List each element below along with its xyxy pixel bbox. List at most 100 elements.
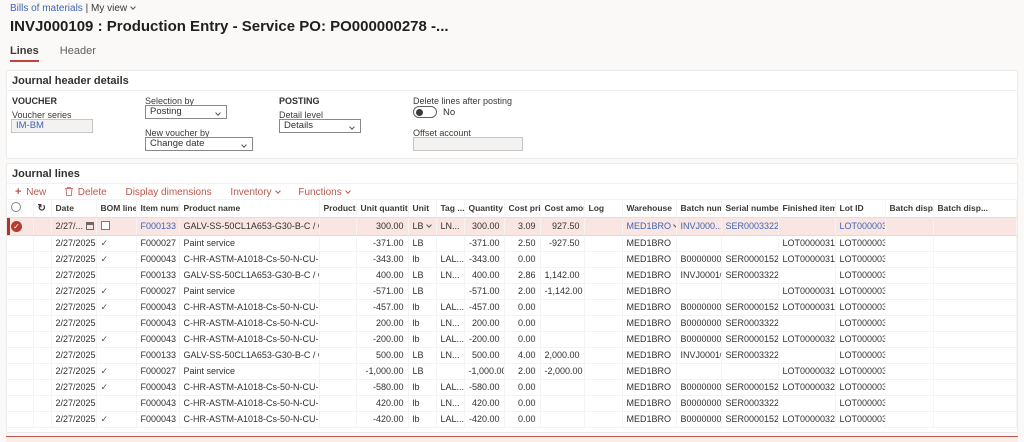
cell-date[interactable]: 2/27/2025: [51, 283, 96, 299]
cell-batch[interactable]: B000000026: [676, 331, 721, 347]
functions-menu-button[interactable]: Functions: [298, 187, 349, 198]
cell-ptype[interactable]: [319, 363, 356, 379]
cell-tag[interactable]: [436, 283, 464, 299]
cell-ref[interactable]: [33, 283, 51, 299]
cell-unit_qty[interactable]: 200.00: [356, 315, 408, 331]
cell-serial[interactable]: [721, 283, 778, 299]
cell-bom[interactable]: ✓: [96, 363, 136, 379]
col-header-lot_id[interactable]: Lot ID: [835, 200, 885, 217]
breadcrumb-link[interactable]: Bills of materials: [10, 3, 83, 14]
cell-cost_amount[interactable]: -1,142.00: [540, 283, 584, 299]
table-row[interactable]: 2/27/2025✓F000043C-HR-ASTM-A1018-Cs-50-N…: [7, 411, 1017, 427]
cell-finished_lot[interactable]: LOT000003207: [778, 411, 835, 427]
cell-ref[interactable]: [33, 235, 51, 251]
cell-batch[interactable]: B000000026: [676, 411, 721, 427]
cell-tag[interactable]: LAL...: [436, 379, 464, 395]
select-all-circle-icon[interactable]: [11, 202, 21, 212]
cell-unit_qty[interactable]: -1,000.00: [356, 363, 408, 379]
cell-ptype[interactable]: [319, 379, 356, 395]
cell-bd1[interactable]: [885, 235, 933, 251]
cell-qty[interactable]: -343.00: [464, 251, 504, 267]
cell-unit_qty[interactable]: 420.00: [356, 395, 408, 411]
cell-batch[interactable]: INVJ000108: [676, 267, 721, 283]
cell-finished_lot[interactable]: LOT000003204: [778, 363, 835, 379]
cell-cost_price[interactable]: 0.00: [504, 379, 540, 395]
cell-warehouse[interactable]: MED1BRO: [622, 283, 676, 299]
cell-bom[interactable]: [96, 347, 136, 363]
new-voucher-by-select[interactable]: Change date: [145, 137, 253, 151]
cell-cost_amount[interactable]: [540, 315, 584, 331]
section-title[interactable]: Journal lines: [7, 164, 1017, 184]
cell-tag[interactable]: LN...: [436, 395, 464, 411]
cell-warehouse[interactable]: MED1BRO: [622, 217, 676, 235]
cell-bom[interactable]: ✓: [96, 283, 136, 299]
cell-cost_amount[interactable]: [540, 331, 584, 347]
cell-tag[interactable]: LN...: [436, 347, 464, 363]
cell-unit_qty[interactable]: -371.00: [356, 235, 408, 251]
cell-cost_amount[interactable]: [540, 379, 584, 395]
cell-bd1[interactable]: [885, 251, 933, 267]
cell-batch[interactable]: INVJ000108: [676, 347, 721, 363]
cell-ref[interactable]: [33, 379, 51, 395]
cell-bd2[interactable]: [933, 315, 1017, 331]
cell-unit[interactable]: lb: [408, 315, 436, 331]
table-row[interactable]: 2/27/2025✓F000027Paint service-371.00LB-…: [7, 235, 1017, 251]
table-row[interactable]: 2/27/2025F000133GALV-SS-50CL1A653-G30-B-…: [7, 347, 1017, 363]
cell-cost_amount[interactable]: -927.50: [540, 235, 584, 251]
cell-cost_amount[interactable]: -2,000.00: [540, 363, 584, 379]
col-header-serial[interactable]: Serial number: [721, 200, 778, 217]
cell-bd1[interactable]: [885, 363, 933, 379]
cell-ptype[interactable]: [319, 331, 356, 347]
refresh-icon[interactable]: ↻: [38, 203, 46, 214]
col-header-log[interactable]: Log: [584, 200, 622, 217]
cell-ptype[interactable]: [319, 299, 356, 315]
cell-finished_lot[interactable]: LOT000003199: [778, 299, 835, 315]
cell-ref[interactable]: [33, 411, 51, 427]
cell-unit[interactable]: LB: [408, 363, 436, 379]
cell-lot_id[interactable]: LOT000003201: [835, 299, 885, 315]
cell-cost_price[interactable]: 2.00: [504, 363, 540, 379]
cell-cost_price[interactable]: 0.00: [504, 331, 540, 347]
cell-batch[interactable]: B000000026: [676, 299, 721, 315]
cell-cost_price[interactable]: 3.09: [504, 217, 540, 235]
table-row[interactable]: ✓2/27/...F000133GALV-SS-50CL1A653-G30-B-…: [7, 217, 1017, 235]
cell-warehouse[interactable]: MED1BRO: [622, 267, 676, 283]
cell-log[interactable]: [584, 347, 622, 363]
cell-warehouse[interactable]: MED1BRO: [622, 347, 676, 363]
cell-batch[interactable]: [676, 363, 721, 379]
col-header-product[interactable]: Product name: [179, 200, 319, 217]
cell-unit_qty[interactable]: -420.00: [356, 411, 408, 427]
cell-product[interactable]: GALV-SS-50CL1A653-G30-B-C / GALV-SS...: [179, 267, 319, 283]
cell-bd1[interactable]: [885, 379, 933, 395]
cell-batch[interactable]: B000000026: [676, 315, 721, 331]
new-button[interactable]: + New: [15, 186, 46, 198]
cell-bom[interactable]: [96, 217, 136, 235]
cell-date[interactable]: 2/27/2025: [51, 347, 96, 363]
cell-lot_id[interactable]: LOT000003197: [835, 235, 885, 251]
cell-unit[interactable]: LB: [408, 217, 436, 235]
cell-bom[interactable]: ✓: [96, 331, 136, 347]
cell-item[interactable]: F000043: [136, 299, 179, 315]
cell-date[interactable]: 2/27/2025: [51, 363, 96, 379]
view-selector[interactable]: My view: [91, 3, 127, 14]
cell-product[interactable]: Paint service: [179, 363, 319, 379]
cell-lot_id[interactable]: LOT000003196: [835, 217, 885, 235]
cell-qty[interactable]: 300.00: [464, 217, 504, 235]
cell-sel[interactable]: [7, 283, 33, 299]
cell-unit[interactable]: LB: [408, 283, 436, 299]
cell-finished_lot[interactable]: [778, 395, 835, 411]
voucher-series-field[interactable]: IM-BM: [11, 119, 93, 133]
cell-warehouse[interactable]: MED1BRO: [622, 331, 676, 347]
cell-finished_lot[interactable]: [778, 267, 835, 283]
table-row[interactable]: 2/27/2025F000133GALV-SS-50CL1A653-G30-B-…: [7, 267, 1017, 283]
cell-cost_price[interactable]: 0.00: [504, 315, 540, 331]
cell-product[interactable]: Paint service: [179, 235, 319, 251]
cell-ptype[interactable]: [319, 217, 356, 235]
cell-sel[interactable]: [7, 411, 33, 427]
cell-bd2[interactable]: [933, 395, 1017, 411]
cell-serial[interactable]: SER000015211: [721, 299, 778, 315]
cell-ptype[interactable]: [319, 347, 356, 363]
selection-by-select[interactable]: Posting: [145, 105, 227, 119]
cell-sel[interactable]: [7, 235, 33, 251]
cell-ref[interactable]: [33, 217, 51, 235]
